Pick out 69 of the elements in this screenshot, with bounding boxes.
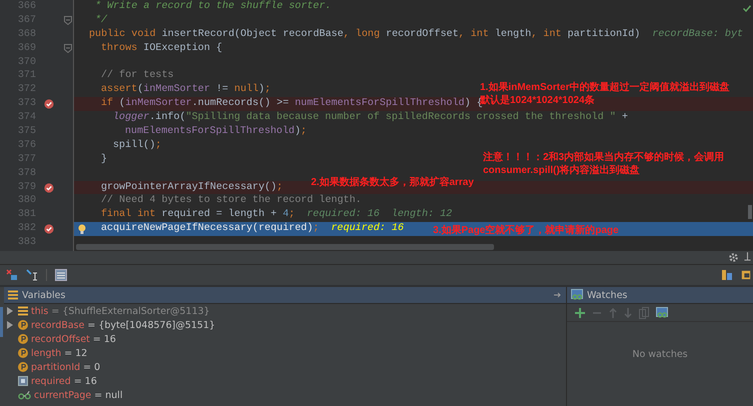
- variable-row[interactable]: currentPage = null: [4, 388, 566, 402]
- pin-icon[interactable]: [744, 252, 751, 263]
- variable-name: recordBase: [31, 320, 84, 330]
- code-line: growPointerArrayIfNecessary();: [101, 180, 283, 194]
- code-line: numElementsForSpillThreshold);: [125, 125, 307, 139]
- table-icon[interactable]: [55, 269, 67, 281]
- annotation-note: 2.如果数据条数太多，那就扩容array: [311, 177, 474, 190]
- add-icon[interactable]: [575, 308, 585, 318]
- code-line: spill();: [113, 138, 162, 153]
- variable-row[interactable]: partitionId = 0: [4, 360, 566, 374]
- inline-value: length: 12: [392, 208, 452, 222]
- expand-icon[interactable]: [7, 321, 13, 329]
- variable-row[interactable]: recordOffset = 16: [4, 332, 566, 346]
- code-line: assert(inMemSorter != null);: [101, 83, 271, 98]
- lightbulb-icon[interactable]: [78, 224, 86, 235]
- variable-value: = 16: [92, 334, 116, 344]
- code-line: // Need 4 bytes to store the record length.: [101, 194, 362, 208]
- breakpoint-icon[interactable]: [44, 182, 54, 193]
- annotation-note: 3.如果Page空就不够了，就申请新的page: [433, 225, 619, 238]
- check-icon: [743, 5, 751, 12]
- inline-value: required: 16: [331, 222, 404, 236]
- frame-icon[interactable]: [741, 269, 751, 281]
- expand-icon[interactable]: [7, 307, 13, 315]
- code-line: public void insertRecord(Object recordBase, long recordOffset, int length, int partitionId): [89, 28, 640, 42]
- breakpoint-icon[interactable]: [44, 99, 54, 110]
- code-line: acquireNewPageIfNecessary(required);: [101, 222, 320, 236]
- code-line: logger.info("Spilling data because number of spilledRecords crossed the threshold " +: [113, 111, 628, 126]
- fold-icon[interactable]: [64, 16, 72, 26]
- annotation-note: 注意！！！：2和3内部如果当内存不够的时候，会调用 consumer.spill()将内容溢出到磁盘: [483, 152, 724, 177]
- variable-value: = 0: [83, 362, 100, 372]
- variable-name: currentPage: [34, 390, 92, 400]
- variable-name: this: [31, 306, 48, 316]
- variable-row[interactable]: required = 16: [4, 374, 566, 388]
- variable-value: = 12: [64, 348, 88, 358]
- code-line: final int required = length + 4;: [101, 208, 295, 222]
- code-line: */: [95, 14, 108, 28]
- breakpoint-icon[interactable]: [44, 224, 54, 234]
- code-line: }: [101, 152, 108, 167]
- clear-icon[interactable]: [6, 269, 18, 281]
- panel-title: Variables: [22, 290, 66, 300]
- settings-icon[interactable]: [728, 252, 739, 263]
- panel-title: Watches: [587, 290, 628, 300]
- list-icon: [8, 290, 18, 300]
- variable-name: length: [31, 348, 62, 358]
- fold-icon[interactable]: [64, 44, 72, 54]
- variable-value: = {byte[1048576]@5151}: [87, 320, 216, 330]
- variable-row[interactable]: recordBase = {byte[1048576]@5151}: [4, 318, 566, 332]
- code-line: throws IOException {: [101, 42, 222, 56]
- empty-message: No watches: [632, 348, 688, 360]
- variable-name: required: [31, 376, 71, 386]
- arrow-icon[interactable]: [554, 292, 562, 298]
- step-icon[interactable]: [26, 269, 38, 281]
- variable-value: = {ShuffleExternalSorter@5113}: [51, 306, 210, 316]
- variable-row[interactable]: length = 12: [4, 346, 566, 360]
- restore-layout-icon[interactable]: [721, 269, 733, 281]
- variable-name: recordOffset: [31, 334, 90, 344]
- scrollbar-thumb[interactable]: [748, 205, 752, 219]
- inline-value: required: 16: [306, 208, 380, 222]
- watch-icon[interactable]: [656, 306, 668, 318]
- scrollbar-thumb[interactable]: [76, 244, 494, 250]
- variable-name: partitionId: [31, 362, 80, 372]
- code-line: * Write a record to the shuffle sorter.: [95, 0, 332, 14]
- inline-value: recordBase: byt: [652, 28, 744, 42]
- code-line: // for tests: [101, 69, 174, 84]
- variable-value: = null: [94, 390, 123, 400]
- variable-row[interactable]: this = {ShuffleExternalSorter@5113}: [4, 304, 566, 318]
- annotation-note: 1.如果inMemSorter中的数量超过一定阈值就溢出到磁盘 默认是1024*1024*1024条: [480, 82, 730, 106]
- watch-icon: [571, 289, 583, 301]
- variable-value: = 16: [74, 376, 97, 386]
